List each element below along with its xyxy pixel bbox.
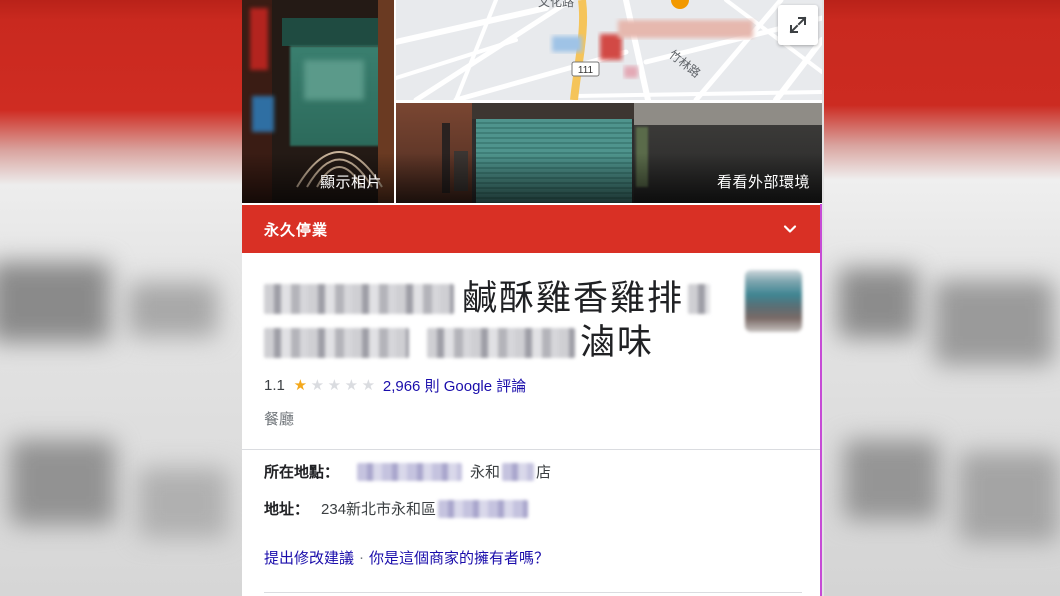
redacted-text <box>264 284 454 314</box>
redacted-text <box>264 328 409 358</box>
expand-map-button[interactable] <box>778 5 818 45</box>
star-empty-icon: ★ <box>327 376 342 394</box>
redacted-text <box>357 462 463 481</box>
blurred-background-right <box>824 0 1060 596</box>
rating-value: 1.1 <box>264 377 285 394</box>
redacted-text <box>688 284 711 314</box>
star-filled-icon: ★ <box>293 376 308 394</box>
show-photos-label[interactable]: 顯示相片 <box>320 171 382 192</box>
map-graphic: 111 文化路 竹林路 <box>396 0 822 100</box>
link-separator: · <box>359 549 365 566</box>
business-title-line-2: 滷味 <box>264 322 654 364</box>
exterior-view-label[interactable]: 看看外部環境 <box>717 171 810 192</box>
footer-links-row: 提出修改建議 · 你是這個商家的擁有者嗎？ <box>264 547 549 568</box>
business-title-part-1: 鹹酥雞香雞排 <box>462 279 685 318</box>
suggest-edit-link[interactable]: 提出修改建議 <box>264 547 354 568</box>
redacted-text <box>438 499 529 518</box>
address-row: 地址： 234新北市永和區 <box>264 498 529 519</box>
location-text-2: 店 <box>536 464 552 481</box>
address-text: 234新北市永和區 <box>321 501 437 518</box>
redacted-text <box>427 328 575 358</box>
business-title-part-2: 滷味 <box>580 323 655 362</box>
chevron-down-icon[interactable] <box>782 221 798 237</box>
business-title-line-1: 鹹酥雞香雞排 <box>264 278 711 320</box>
panel-edge-line <box>820 204 822 596</box>
map-tile[interactable]: 111 文化路 竹林路 <box>396 0 822 100</box>
divider <box>264 592 802 593</box>
business-thumbnail[interactable] <box>745 270 802 332</box>
status-label: 永久停業 <box>264 221 329 239</box>
map-route-label: 111 <box>578 65 594 76</box>
star-empty-icon: ★ <box>310 376 325 394</box>
location-text-1: 永和 <box>470 464 501 481</box>
exterior-view-tile[interactable]: 看看外部環境 <box>396 103 822 203</box>
location-row: 所在地點： 永和 店 <box>264 461 551 482</box>
blurred-background-left <box>0 0 242 596</box>
address-label: 地址： <box>264 501 310 518</box>
business-panel: 顯示相片 111 文化路 竹林路 看看外部環境 永久停業 鹹酥雞香雞排 滷味 1… <box>242 0 822 596</box>
business-category: 餐廳 <box>264 411 295 428</box>
map-road-label-1: 文化路 <box>538 0 574 9</box>
star-empty-icon: ★ <box>361 376 376 394</box>
star-empty-icon: ★ <box>344 376 359 394</box>
owner-claim-link[interactable]: 你是這個商家的擁有者嗎？ <box>369 547 549 568</box>
star-rating: ★ ★ ★ ★ ★ <box>292 377 377 395</box>
expand-icon <box>789 16 807 34</box>
reviews-link[interactable]: 2,966 則 Google 評論 <box>383 375 526 396</box>
divider <box>242 449 822 450</box>
location-label: 所在地點： <box>264 464 340 481</box>
redacted-text <box>502 462 535 481</box>
category-row: 餐廳 <box>264 408 294 429</box>
permanently-closed-bar[interactable]: 永久停業 <box>242 205 822 253</box>
photos-tile[interactable]: 顯示相片 <box>242 0 394 203</box>
rating-row: 1.1 ★ ★ ★ ★ ★ 2,966 則 Google 評論 <box>264 375 526 396</box>
